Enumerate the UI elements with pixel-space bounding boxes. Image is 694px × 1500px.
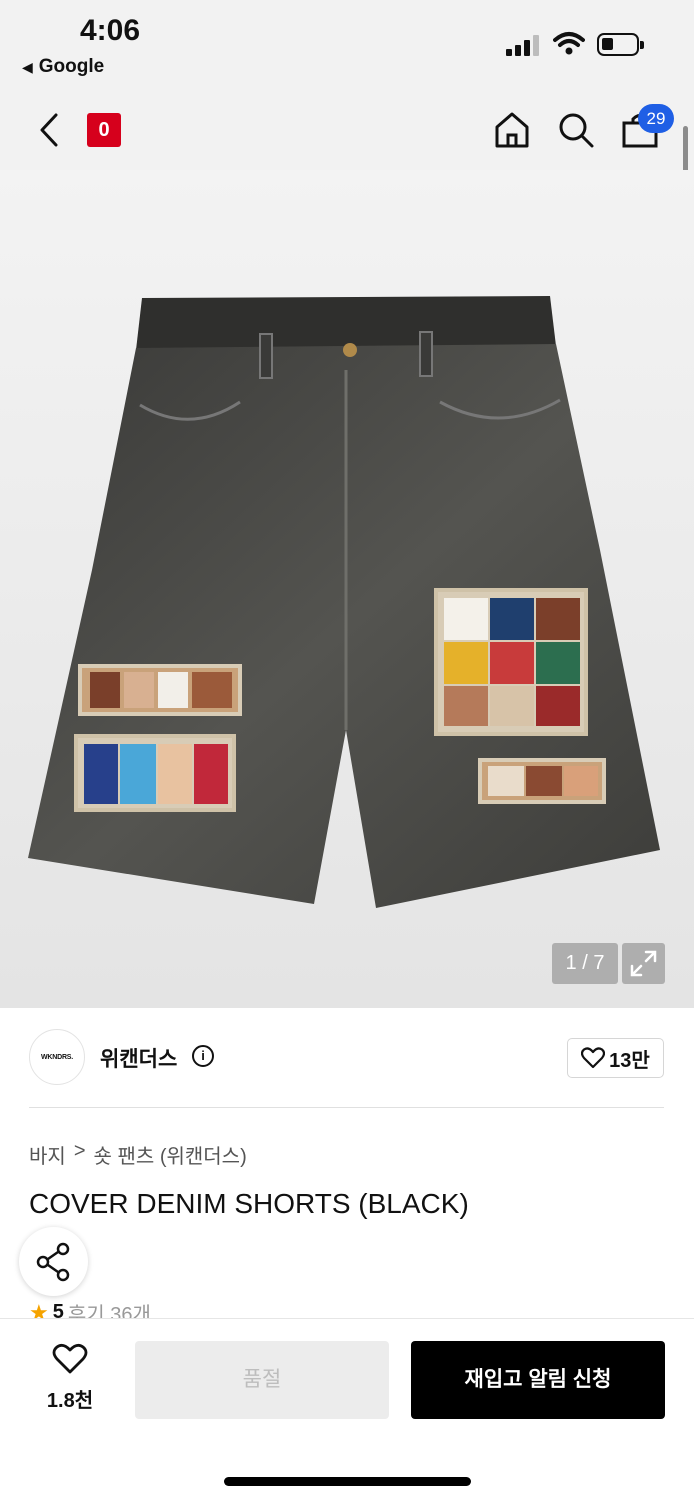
product-image [0,170,694,1008]
home-icon[interactable] [493,111,531,149]
wishlist-button[interactable]: 1.8천 [30,1343,110,1413]
breadcrumb-category[interactable]: 바지 [29,1140,66,1169]
cart-count-badge: 29 [638,104,674,133]
restock-alert-button[interactable]: 재입고 알림 신청 [411,1341,665,1419]
share-icon [36,1242,70,1282]
product-image-gallery[interactable]: 1 / 7 [0,170,694,1008]
status-bar: 4:06 ◀ Google [0,0,694,92]
back-triangle-icon: ◀ [22,58,33,75]
info-icon[interactable]: i [192,1045,214,1067]
app-header: 0 [0,92,694,170]
heart-icon [581,1047,606,1069]
breadcrumb: 바지 > 숏 팬츠 (위캔더스) [29,1140,247,1169]
breadcrumb-subcategory[interactable]: 숏 팬츠 (위캔더스) [94,1140,247,1169]
app-logo[interactable]: 0 [87,113,121,147]
brand-name[interactable]: 위캔더스 [100,1043,177,1073]
search-icon[interactable] [557,111,595,149]
divider [29,1107,664,1108]
brand-like-count: 13만 [609,1049,650,1072]
status-time: 4:06 [80,14,141,47]
breadcrumb-separator: > [73,1140,86,1162]
home-indicator[interactable] [224,1477,471,1486]
soldout-button[interactable]: 품절 [135,1341,389,1419]
back-app-label: Google [38,56,105,77]
back-arrow-icon[interactable] [36,112,64,148]
battery-icon [597,33,644,56]
brand-row: WKNDRS. 위캔더스 i 13만 [0,1008,694,1108]
expand-button[interactable] [622,943,665,984]
wifi-icon [553,32,585,55]
heart-icon [52,1343,88,1374]
wishlist-count: 1.8천 [46,1390,94,1412]
back-to-app-link[interactable]: ◀ Google [22,56,104,78]
bottom-action-bar: 1.8천 품절 재입고 알림 신청 [0,1318,694,1500]
expand-icon [630,950,657,977]
signal-icon [506,34,539,56]
brand-like-button[interactable]: 13만 [567,1038,664,1078]
image-counter: 1 / 7 [552,943,618,984]
brand-logo[interactable]: WKNDRS. [29,1029,85,1085]
share-button[interactable] [19,1227,88,1296]
product-title: COVER DENIM SHORTS (BLACK) [29,1188,469,1219]
